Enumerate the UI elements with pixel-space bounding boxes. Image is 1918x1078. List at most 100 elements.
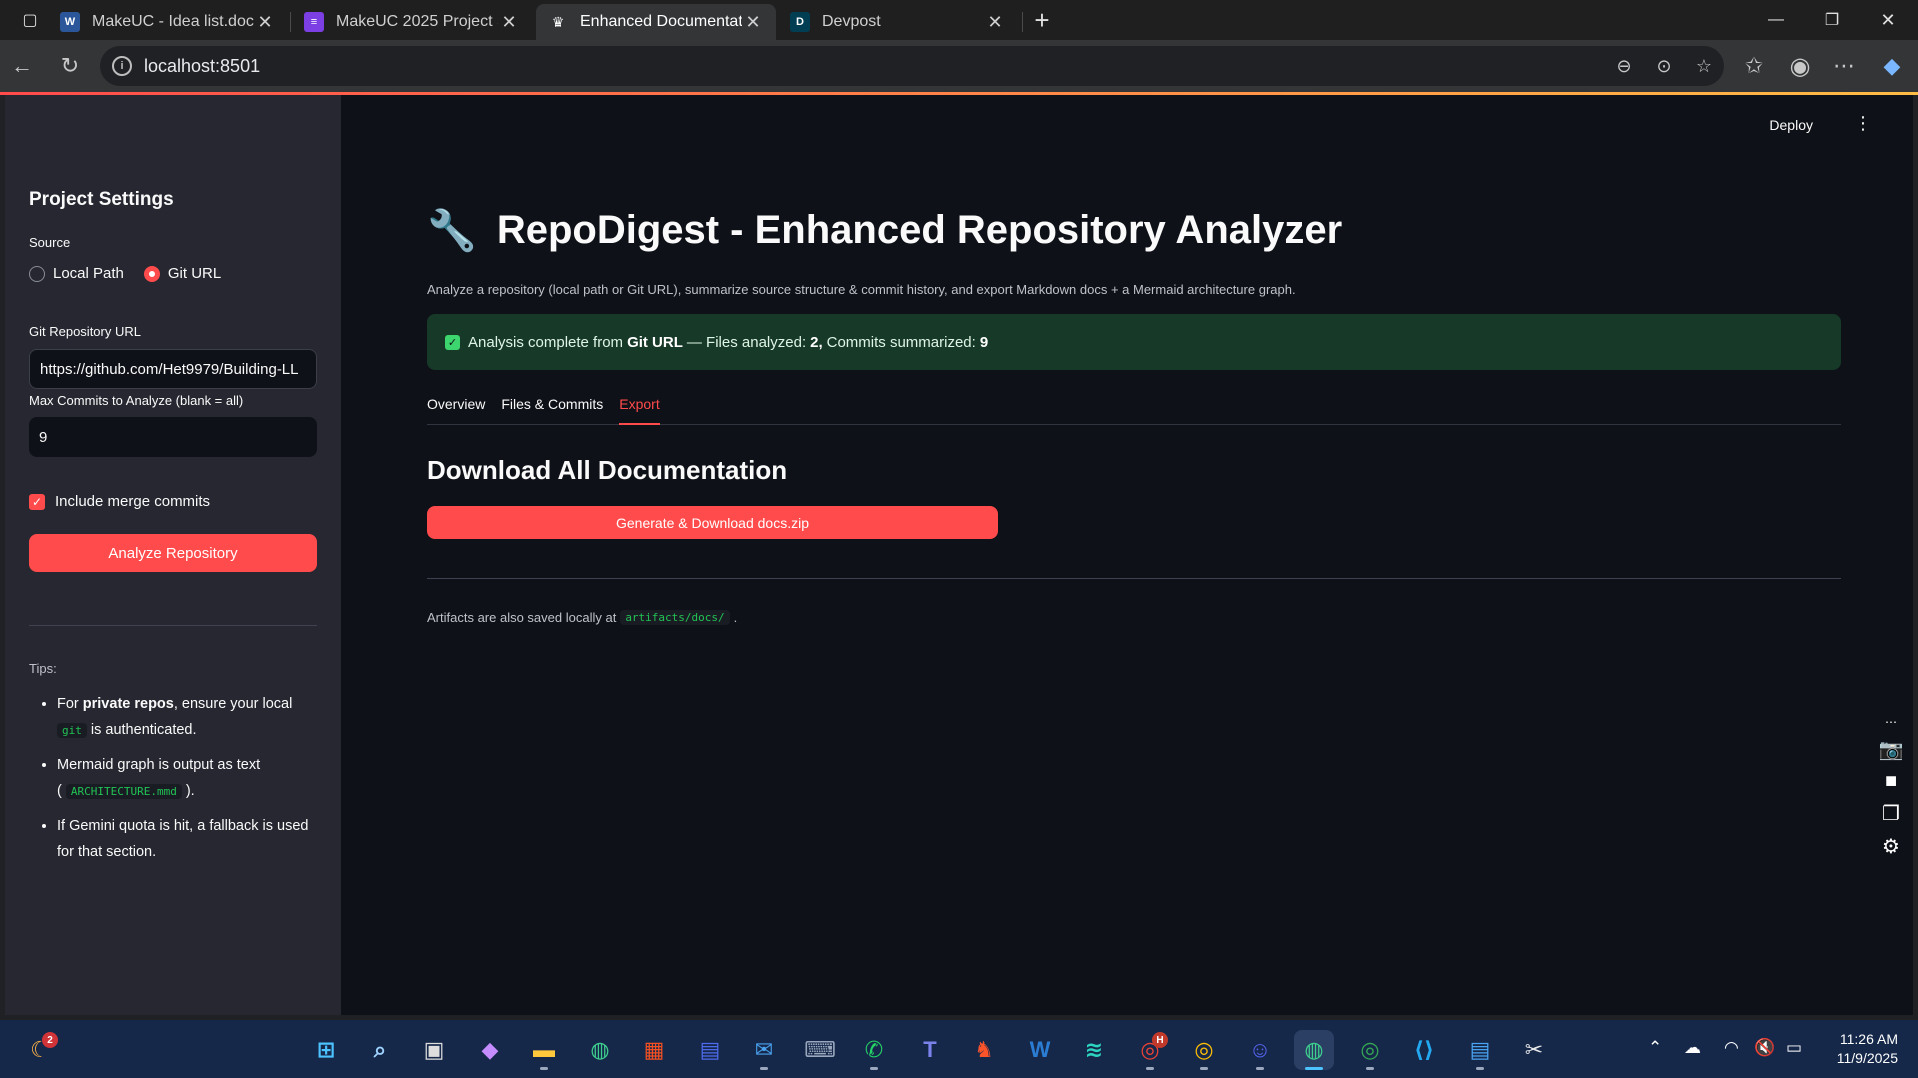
inline-code-artifacts-path: artifacts/docs/ [620,610,730,625]
video-record-icon[interactable]: ■ [1885,770,1897,793]
weather-widget-icon[interactable]: ☾ 2 [20,1030,60,1070]
deploy-button[interactable]: Deploy [1769,117,1813,133]
favorite-star-icon[interactable]: ☆ [1684,46,1724,86]
back-icon[interactable]: ← [4,48,40,84]
minimize-icon[interactable]: — [1748,0,1804,40]
tab-title: Enhanced Documentation Genera [580,13,742,30]
close-tab-icon[interactable]: ✕ [498,12,520,33]
tab-divider [290,12,291,32]
clock-time: 11:26 AM [1839,1031,1898,1047]
windows-start-icon[interactable]: ⊞ [306,1030,346,1070]
vscode-icon[interactable]: ⟨⟩ [1404,1030,1444,1070]
git-url-input[interactable]: https://github.com/Het9979/Building-LL [29,349,317,389]
tab-overview[interactable]: Overview [427,395,485,425]
whatsapp-icon[interactable]: ✆ [854,1030,894,1070]
wave-app-icon[interactable]: ≋ [1074,1030,1114,1070]
file-explorer-icon[interactable]: ▬ [524,1030,564,1070]
capture-options-icon[interactable]: ⋯ [1885,715,1897,729]
max-commits-input[interactable]: 9 [29,417,317,457]
success-text: Commits summarized: [826,333,976,351]
git-url-label: Git Repository URL [29,324,141,339]
profile-avatar-icon[interactable]: ◉ [1782,48,1818,84]
tip-mermaid: Mermaid graph is output as text ( ARCHIT… [57,752,329,805]
word-app-icon[interactable]: W [1020,1030,1060,1070]
site-info-icon[interactable]: i [112,56,132,76]
wifi-icon[interactable]: ◠ [1724,1038,1739,1058]
check-icon: ✓ [445,334,460,350]
browser-tab-project-submission[interactable]: ≡ MakeUC 2025 Project Submission ✕ [292,4,532,40]
window-capture-icon[interactable]: ❐ [1882,801,1900,826]
tip-text: ). [181,783,195,799]
screenshot-icon[interactable]: 📷 [1879,737,1904,762]
new-tab-icon[interactable]: + [1014,0,1070,40]
brave-browser-icon[interactable]: ♞ [964,1030,1004,1070]
streamlit-icon: ♛ [551,13,565,30]
download-heading: Download All Documentation [427,455,788,485]
volume-muted-icon[interactable]: 🔇 [1754,1038,1775,1058]
tab-title: MakeUC - Idea list.docx [92,13,254,30]
discord-icon[interactable]: ☺ [1240,1030,1280,1070]
radio-local-path-label[interactable]: Local Path [53,265,124,282]
show-hidden-icons[interactable]: ⌃ [1648,1038,1662,1058]
radio-git-url-label[interactable]: Git URL [168,265,221,282]
tab-export[interactable]: Export [619,395,660,425]
tip-text: is authenticated. [86,722,197,738]
radio-git-url[interactable] [143,265,160,282]
notification-badge: 2 [42,1032,58,1048]
notepad-icon[interactable]: ▤ [1460,1030,1500,1070]
inline-code-git: git [57,723,87,738]
calendar-app-icon[interactable]: ▤ [690,1030,730,1070]
close-tab-icon[interactable]: ✕ [984,12,1006,33]
reading-mode-icon[interactable]: ⊙ [1644,46,1684,86]
analyze-repository-button[interactable]: Analyze Repository [29,534,317,572]
microsoft-store-icon[interactable]: ▦ [634,1030,674,1070]
copilot-icon[interactable]: ◆ [1874,48,1910,84]
chrome-secondary-icon[interactable]: ◎ [1350,1030,1390,1070]
close-window-icon[interactable]: ✕ [1860,0,1916,40]
keyboard-app-icon[interactable]: ⌨ [800,1030,840,1070]
edge-active-icon[interactable]: ◍ [1294,1030,1334,1070]
url-text[interactable]: localhost:8501 [144,56,1604,77]
tip-bold: private repos [82,696,174,712]
generate-download-button[interactable]: Generate & Download docs.zip [427,506,998,539]
sidebar-divider [29,625,317,626]
merge-commits-checkbox[interactable]: ✓ [29,493,45,510]
outlook-icon[interactable]: ✉ [744,1030,784,1070]
browser-tab-devpost[interactable]: D Devpost ✕ [778,4,1018,40]
address-bar[interactable]: i localhost:8501 ⊖ ⊙ ☆ [100,46,1724,86]
browser-tab-idea-list[interactable]: W MakeUC - Idea list.docx ✕ [48,4,288,40]
onedrive-icon[interactable]: ☁ [1684,1038,1701,1058]
tab-title: Devpost [822,13,881,30]
reload-icon[interactable]: ↻ [52,48,88,84]
tips-list: For private repos, ensure your local git… [29,691,329,873]
chrome-icon[interactable]: ◎ [1184,1030,1224,1070]
snipping-tool-icon[interactable]: ✂ [1514,1030,1554,1070]
zoom-icon[interactable]: ⊖ [1604,46,1644,86]
copilot-app-icon[interactable]: ◆ [470,1030,510,1070]
teams-icon[interactable]: T [910,1030,950,1070]
search-icon[interactable]: ⌕ [360,1030,400,1070]
forms-icon: ≡ [304,12,324,32]
battery-icon[interactable]: ▭ [1786,1038,1802,1058]
success-text: — Files analyzed: [686,333,807,351]
favorites-icon[interactable]: ✩ [1736,48,1772,84]
success-text: Analysis complete from [468,333,624,351]
merge-commits-label[interactable]: Include merge commits [55,493,210,510]
merge-commits-checkbox-row[interactable]: ✓ Include merge commits [29,493,210,510]
system-clock[interactable]: 11:26 AM 11/9/2025 [1837,1030,1898,1068]
chrome-profile-h-icon[interactable]: ◎ H [1130,1030,1170,1070]
tab-files-commits[interactable]: Files & Commits [501,395,603,425]
browser-tab-enhanced-docs[interactable]: ♛ Enhanced Documentation Genera ✕ [536,4,776,40]
more-menu-icon[interactable]: ⋯ [1826,48,1862,84]
main-content: Deploy ⋮ 🔧 RepoDigest - Enhanced Reposit… [341,95,1913,1015]
radio-local-path[interactable] [29,265,45,282]
close-tab-icon[interactable]: ✕ [254,12,276,33]
restore-icon[interactable]: ❐ [1804,0,1860,40]
profile-badge: H [1152,1032,1168,1048]
task-view-icon[interactable]: ▣ [414,1030,454,1070]
tip-gemini-fallback: If Gemini quota is hit, a fallback is us… [57,813,329,865]
settings-gear-icon[interactable]: ⚙ [1882,834,1900,859]
close-tab-icon[interactable]: ✕ [742,12,764,33]
edge-browser-icon[interactable]: ◍ [580,1030,620,1070]
main-menu-icon[interactable]: ⋮ [1853,113,1873,134]
